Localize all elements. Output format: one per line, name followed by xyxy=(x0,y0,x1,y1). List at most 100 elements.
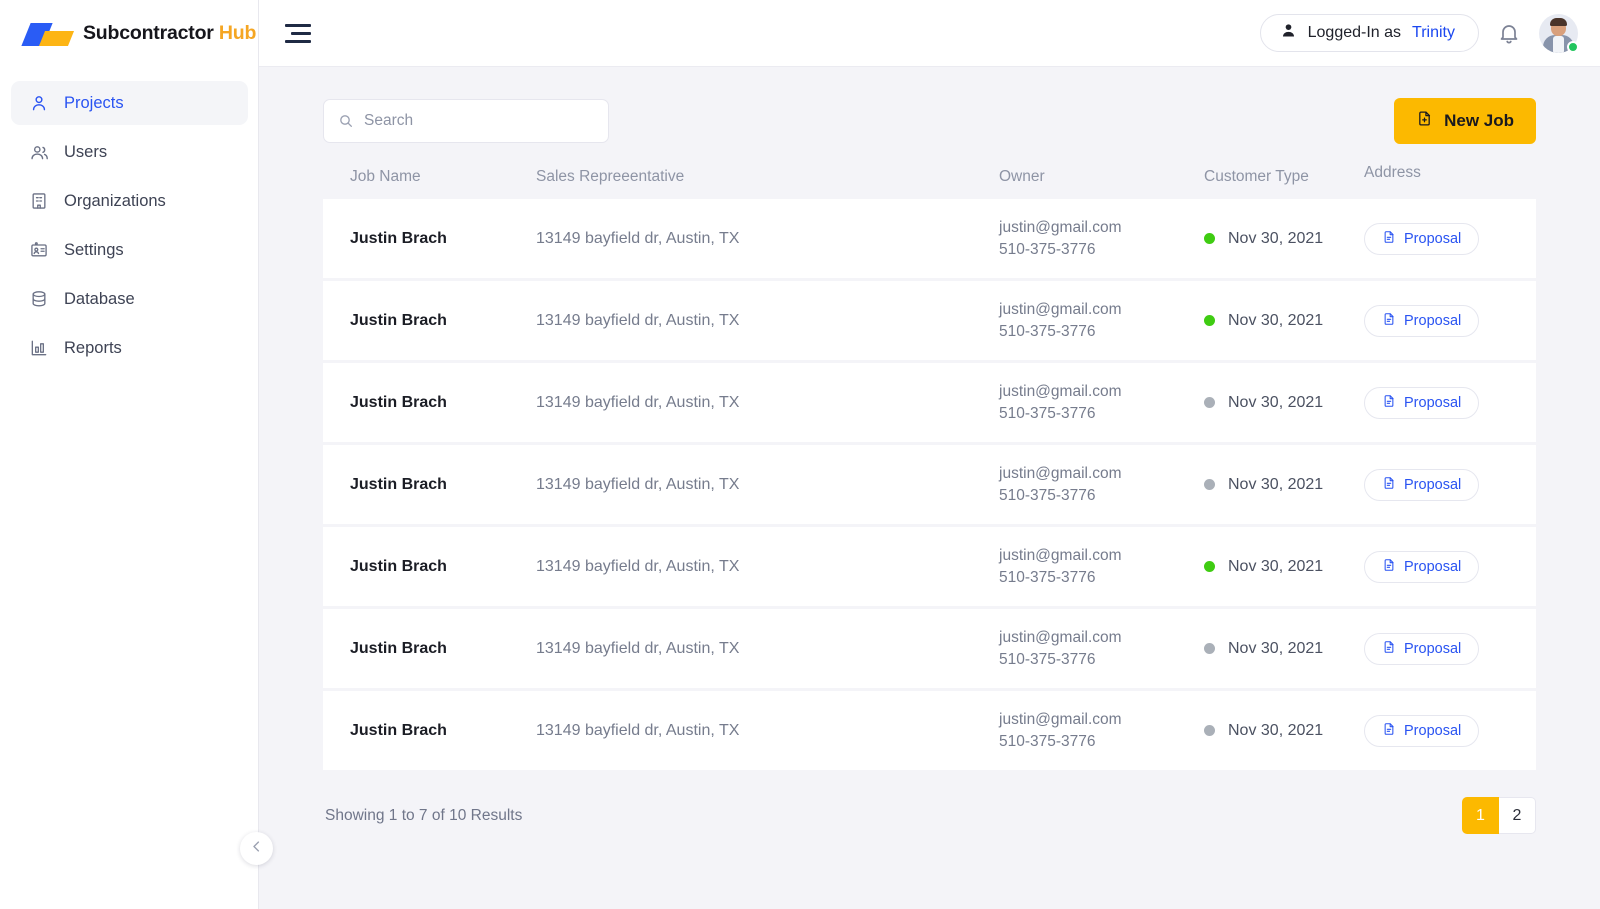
sidebar-item-organizations[interactable]: Organizations xyxy=(11,179,248,223)
cell-job-name: Justin Brach xyxy=(350,229,447,247)
table-footer: Showing 1 to 7 of 10 Results 1 2 xyxy=(323,770,1536,834)
owner-phone: 510-375-3776 xyxy=(999,568,1096,586)
building-icon xyxy=(28,190,50,212)
users-icon xyxy=(28,141,50,163)
logo-mark-icon xyxy=(21,21,75,47)
table-row[interactable]: Justin Brach 13149 bayfield dr, Austin, … xyxy=(323,363,1536,442)
sidebar-item-label: Organizations xyxy=(64,191,166,210)
status-dot xyxy=(1204,725,1215,736)
cell-customer-type: Nov 30, 2021 xyxy=(1204,558,1364,576)
cell-address: Proposal xyxy=(1364,632,1509,665)
table-row[interactable]: Justin Brach 13149 bayfield dr, Austin, … xyxy=(323,445,1536,524)
topbar-actions: Logged-In as Trinity xyxy=(1259,13,1579,53)
cell-customer-type: Nov 30, 2021 xyxy=(1204,722,1364,740)
search-box[interactable] xyxy=(323,99,609,143)
column-header-address: Address xyxy=(1364,164,1421,181)
sidebar-item-settings[interactable]: Settings xyxy=(11,228,248,272)
logged-in-prefix: Logged-In as xyxy=(1307,24,1402,41)
toolbar: New Job xyxy=(323,97,1536,145)
document-icon xyxy=(1382,312,1396,330)
cell-address: Proposal xyxy=(1364,304,1509,337)
cell-sales-rep: 13149 bayfield dr, Austin, TX xyxy=(536,311,740,329)
customer-date: Nov 30, 2021 xyxy=(1228,721,1324,739)
page-button-2[interactable]: 2 xyxy=(1499,797,1536,834)
avatar[interactable] xyxy=(1539,13,1579,53)
proposal-button[interactable]: Proposal xyxy=(1364,304,1480,337)
brand-name-accent: Hub xyxy=(218,22,257,44)
sidebar-item-projects[interactable]: Projects xyxy=(11,81,248,125)
page-button-1[interactable]: 1 xyxy=(1462,797,1499,834)
cell-customer-type: Nov 30, 2021 xyxy=(1204,312,1364,330)
owner-phone: 510-375-3776 xyxy=(999,322,1096,340)
sidebar-item-label: Users xyxy=(64,142,108,161)
search-input[interactable] xyxy=(364,112,594,130)
customer-date: Nov 30, 2021 xyxy=(1228,639,1324,657)
cell-job-name: Justin Brach xyxy=(350,721,447,739)
proposal-button[interactable]: Proposal xyxy=(1364,468,1480,501)
document-icon xyxy=(1382,558,1396,576)
cell-address: Proposal xyxy=(1364,550,1509,583)
status-dot xyxy=(1204,397,1215,408)
proposal-label: Proposal xyxy=(1404,476,1462,493)
proposal-button[interactable]: Proposal xyxy=(1364,386,1480,419)
customer-date: Nov 30, 2021 xyxy=(1228,557,1324,575)
sidebar-collapse-button[interactable] xyxy=(240,832,273,865)
user-icon xyxy=(28,92,50,114)
sidebar-item-database[interactable]: Database xyxy=(11,277,248,321)
cell-address: Proposal xyxy=(1364,222,1509,255)
document-icon xyxy=(1382,476,1396,494)
brand-title: Subcontractor Hub xyxy=(83,22,256,45)
chevron-left-icon xyxy=(249,839,264,859)
cell-job-name: Justin Brach xyxy=(350,557,447,575)
customer-date: Nov 30, 2021 xyxy=(1228,311,1324,329)
owner-phone: 510-375-3776 xyxy=(999,486,1096,504)
bell-icon[interactable] xyxy=(1497,21,1521,45)
search-icon xyxy=(338,113,354,129)
proposal-label: Proposal xyxy=(1404,640,1462,657)
column-header-job-name: Job Name xyxy=(350,168,421,185)
sidebar-nav: Projects Users Organizations Settings Da… xyxy=(0,67,258,370)
proposal-button[interactable]: Proposal xyxy=(1364,222,1480,255)
cell-job-name: Justin Brach xyxy=(350,393,447,411)
table-row[interactable]: Justin Brach 13149 bayfield dr, Austin, … xyxy=(323,691,1536,770)
cell-address: Proposal xyxy=(1364,714,1509,747)
cell-owner: justin@gmail.com 510-375-3776 xyxy=(999,709,1204,752)
cell-owner: justin@gmail.com 510-375-3776 xyxy=(999,627,1204,670)
cell-address: Proposal xyxy=(1364,386,1509,419)
status-dot xyxy=(1204,479,1215,490)
table-row[interactable]: Justin Brach 13149 bayfield dr, Austin, … xyxy=(323,199,1536,278)
table-row[interactable]: Justin Brach 13149 bayfield dr, Austin, … xyxy=(323,609,1536,688)
customer-date: Nov 30, 2021 xyxy=(1228,475,1324,493)
table-row[interactable]: Justin Brach 13149 bayfield dr, Austin, … xyxy=(323,281,1536,360)
document-icon xyxy=(1382,230,1396,248)
cell-address: Proposal xyxy=(1364,468,1509,501)
proposal-label: Proposal xyxy=(1404,558,1462,575)
logged-in-badge[interactable]: Logged-In as Trinity xyxy=(1259,14,1479,52)
owner-email: justin@gmail.com xyxy=(999,465,1122,483)
main-area: Logged-In as Trinity Search New Job Job … xyxy=(259,0,1600,909)
app-root: Subcontractor Hub Projects Users Organiz… xyxy=(0,0,1600,909)
brand-name-main: Subcontractor xyxy=(83,22,214,44)
customer-date: Nov 30, 2021 xyxy=(1228,393,1324,411)
owner-phone: 510-375-3776 xyxy=(999,650,1096,668)
sidebar-item-users[interactable]: Users xyxy=(11,130,248,174)
owner-phone: 510-375-3776 xyxy=(999,404,1096,422)
database-icon xyxy=(28,288,50,310)
status-dot xyxy=(1204,315,1215,326)
new-job-label: New Job xyxy=(1444,111,1514,130)
proposal-button[interactable]: Proposal xyxy=(1364,550,1480,583)
owner-phone: 510-375-3776 xyxy=(999,732,1096,750)
proposal-button[interactable]: Proposal xyxy=(1364,632,1480,665)
hamburger-icon[interactable] xyxy=(285,23,311,43)
sidebar-item-reports[interactable]: Reports xyxy=(11,326,248,370)
sidebar-item-label: Reports xyxy=(64,338,122,357)
new-job-button[interactable]: New Job xyxy=(1394,98,1536,144)
table-row[interactable]: Justin Brach 13149 bayfield dr, Austin, … xyxy=(323,527,1536,606)
proposal-button[interactable]: Proposal xyxy=(1364,714,1480,747)
cell-job-name: Justin Brach xyxy=(350,311,447,329)
cell-sales-rep: 13149 bayfield dr, Austin, TX xyxy=(536,721,740,739)
document-icon xyxy=(1382,640,1396,658)
brand-logo[interactable]: Subcontractor Hub xyxy=(0,0,258,67)
avatar-status-dot xyxy=(1567,40,1579,53)
document-icon xyxy=(1382,722,1396,740)
